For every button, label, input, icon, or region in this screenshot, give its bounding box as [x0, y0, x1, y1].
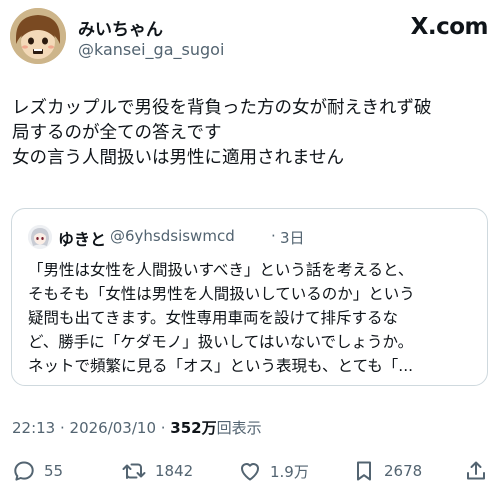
quoted-text-line: ど、勝手に「ケダモノ」扱いしてはいないでしょうか。 — [28, 333, 414, 351]
quoted-tweet-time[interactable]: 3日 — [280, 227, 305, 248]
anime-avatar-icon — [28, 225, 52, 249]
tweet-text: レズカップルで男役を背負った方の女が耐えきれず破 局するのが全ての答えです 女の… — [12, 96, 490, 171]
tweet-text-line: 女の言う人間扱いは男性に適用されません — [12, 148, 344, 168]
tweet-timestamp[interactable]: 22:13 · 2026/03/10 · — [12, 419, 170, 437]
tweet-text-line: レズカップルで男役を背負った方の女が耐えきれず破 — [12, 98, 432, 118]
quoted-text-line: 「男性は女性を人間扱いすべき」という話を考えると、 — [28, 261, 414, 279]
action-bar: 55 1842 1.9万 2678 — [0, 455, 500, 487]
tweet-meta: 22:13 · 2026/03/10 · 352万回表示 — [12, 417, 262, 438]
quoted-tweet-text: 「男性は女性を人間扱いすべき」という話を考えると、 そもそも「女性は男性を人間扱… — [28, 258, 478, 378]
tweet-text-line: 局するのが全ての答えです — [12, 123, 222, 143]
retweet-icon — [122, 463, 146, 479]
retweet-count: 1842 — [155, 462, 194, 480]
author-handle[interactable]: @kansei_ga_sugoi — [78, 40, 224, 59]
heart-icon — [241, 463, 259, 481]
quoted-author-avatar — [28, 225, 52, 249]
quoted-tweet-card[interactable]: ゆきと @6yhsdsiswmcd · 3日 「男性は女性を人間扱いすべき」とい… — [11, 208, 488, 386]
retweet-button[interactable]: 1842 — [121, 455, 193, 487]
reply-icon — [14, 461, 34, 481]
x-logo: X.com — [410, 14, 489, 40]
like-button[interactable]: 1.9万 — [238, 455, 309, 487]
quoted-author-name[interactable]: ゆきと — [58, 226, 106, 250]
reply-count: 55 — [44, 462, 64, 480]
quoted-text-line: ネットで頻繁に見る「オス」という表現も、とても「... — [28, 357, 414, 375]
bookmark-count: 2678 — [384, 462, 423, 480]
share-button[interactable] — [464, 455, 488, 487]
like-count: 1.9万 — [270, 462, 309, 481]
separator-dot: · — [271, 227, 276, 245]
quoted-text-line: そもそも「女性は男性を人間扱いしているのか」という — [28, 285, 415, 303]
bookmark-button[interactable]: 2678 — [352, 455, 422, 487]
quoted-author-handle[interactable]: @6yhsdsiswmcd — [110, 227, 235, 245]
reply-button[interactable]: 55 — [12, 455, 63, 487]
cartoon-avatar-icon — [10, 8, 66, 64]
author-display-name[interactable]: みいちゃん — [78, 15, 163, 40]
views-label: 回表示 — [216, 419, 262, 437]
bookmark-icon — [357, 461, 371, 481]
avatar[interactable] — [10, 8, 66, 64]
share-icon — [467, 461, 485, 480]
tweet-header: みいちゃん @kansei_ga_sugoi X.com — [10, 8, 490, 64]
views-count[interactable]: 352万 — [170, 419, 216, 437]
quoted-text-line: 疑問も出てきます。女性専用車両を設けて排斥するな — [28, 309, 398, 327]
